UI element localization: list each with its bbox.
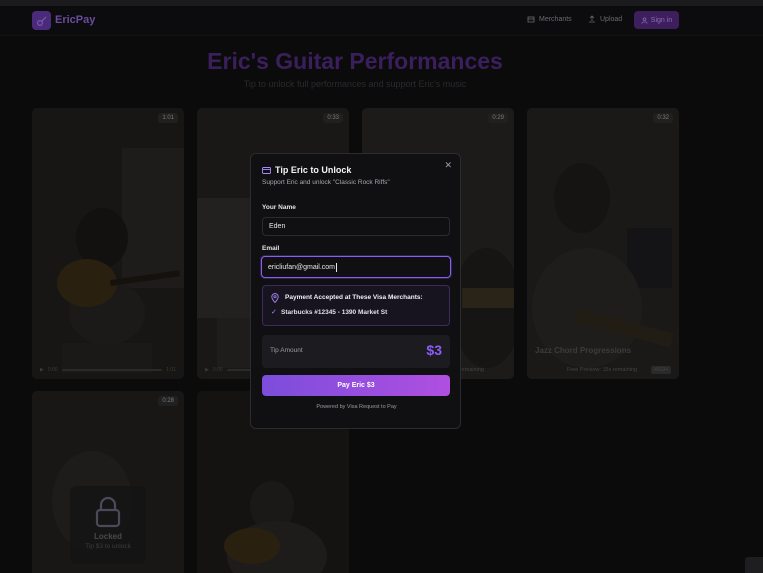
- modal-title: Tip Eric to Unlock: [275, 165, 352, 175]
- email-value: ericliufan@gmail.com: [268, 263, 336, 271]
- close-icon[interactable]: ✕: [444, 160, 452, 171]
- preview-remaining: Free Preview: 15s remaining: [567, 367, 638, 373]
- signin-label: Sign in: [650, 16, 673, 24]
- play-icon[interactable]: ▶: [205, 367, 209, 373]
- play-icon[interactable]: ▶: [40, 367, 44, 373]
- name-field[interactable]: Eden: [262, 217, 450, 236]
- tip-amount-label: Tip Amount: [270, 347, 303, 354]
- merchant-item: Starbucks #12345 - 1390 Market St: [281, 309, 388, 316]
- video-card[interactable]: 0:32 Jazz Chord Progressions Free Previe…: [527, 108, 679, 379]
- store-icon: [527, 16, 535, 23]
- email-label: Email: [262, 245, 280, 252]
- email-field[interactable]: ericliufan@gmail.com: [261, 256, 451, 278]
- merchants-heading: Payment Accepted at These Visa Merchants…: [285, 294, 423, 301]
- nav-upload[interactable]: Upload: [588, 15, 622, 23]
- location-pin-icon: [271, 293, 279, 303]
- nav-merchants-label: Merchants: [539, 15, 572, 23]
- pay-button[interactable]: Pay Eric $3: [262, 375, 450, 396]
- signin-button[interactable]: Sign in: [634, 11, 679, 29]
- merchant-list: Payment Accepted at These Visa Merchants…: [262, 285, 450, 326]
- lock-icon: [95, 496, 121, 528]
- time-total: 1:01: [166, 367, 176, 373]
- tip-amount-value: $3: [426, 342, 442, 358]
- powered-by: Powered by Visa Request to Pay: [316, 404, 397, 410]
- check-icon: ✓: [271, 309, 277, 316]
- preview-remaining: remaining: [459, 367, 484, 373]
- video-thumbnail: [527, 108, 679, 379]
- locked-subtitle: Tip $3 to unlock: [85, 543, 131, 550]
- duration-badge: 1:01: [158, 113, 178, 123]
- duration-badge: 0:33: [323, 113, 343, 123]
- duration-badge: 0:28: [158, 396, 178, 406]
- guitar-logo-icon[interactable]: [32, 11, 51, 30]
- tip-modal: ✕ Tip Eric to Unlock Support Eric and un…: [250, 153, 461, 429]
- quality-badge: HIGH: [651, 366, 671, 374]
- nav-merchants[interactable]: Merchants: [527, 15, 572, 23]
- page-title: Eric's Guitar Performances: [207, 48, 503, 74]
- brand-name[interactable]: EricPay: [55, 14, 95, 26]
- text-caret: [336, 262, 338, 272]
- video-title: Jazz Chord Progressions: [535, 346, 632, 355]
- modal-subtitle: Support Eric and unlock "Classic Rock Ri…: [262, 179, 390, 186]
- app-page: EricPay Merchants Upload Sign in Eric's …: [0, 0, 763, 573]
- page-subtitle: Tip to unlock full performances and supp…: [243, 79, 467, 89]
- time-current: 0:00: [212, 367, 223, 373]
- locked-overlay[interactable]: Locked Tip $3 to unlock: [70, 486, 146, 564]
- duration-badge: 0:29: [488, 113, 508, 123]
- video-card[interactable]: 1:01 ▶ 0:00 1:01: [32, 108, 184, 379]
- tip-amount-box: Tip Amount $3: [262, 335, 450, 368]
- locked-title: Locked: [93, 532, 122, 541]
- credit-card-icon: [262, 167, 271, 174]
- user-icon: [641, 17, 648, 24]
- time-current: 0:00: [47, 367, 58, 373]
- corner-widget-button[interactable]: [745, 557, 763, 573]
- top-nav: EricPay Merchants Upload Sign in: [0, 6, 763, 36]
- seek-bar[interactable]: [61, 369, 163, 371]
- nav-upload-label: Upload: [600, 15, 623, 23]
- video-thumbnail: [32, 108, 184, 379]
- upload-icon: [589, 15, 595, 23]
- name-value: Eden: [269, 223, 286, 230]
- name-label: Your Name: [262, 204, 296, 211]
- video-controls[interactable]: ▶ 0:00 1:01: [40, 367, 176, 373]
- duration-badge: 0:32: [653, 113, 673, 123]
